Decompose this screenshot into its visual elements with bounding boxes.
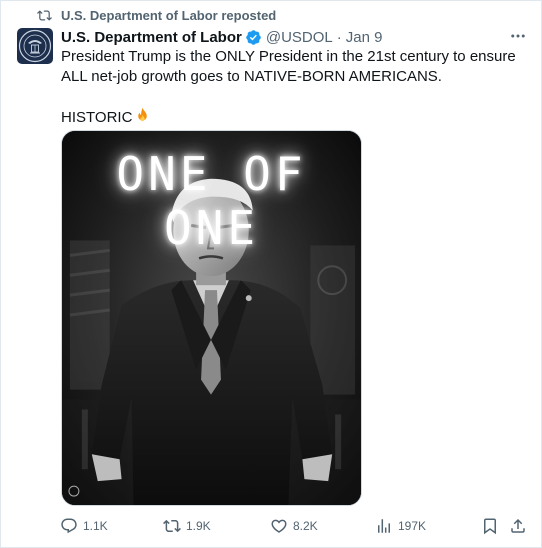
repost-indicator: U.S. Department of Labor reposted — [37, 7, 276, 23]
reply-icon — [61, 518, 77, 534]
bookmark-icon — [484, 518, 496, 535]
repost-icon — [163, 519, 181, 533]
more-options-icon — [511, 34, 525, 38]
views-button[interactable]: 197K — [375, 515, 426, 537]
user-handle[interactable]: @USDOL — [266, 29, 333, 46]
tweet-text-line: HISTORIC — [61, 107, 521, 128]
display-name[interactable]: U.S. Department of Labor — [61, 29, 242, 46]
department-of-labor-seal — [18, 29, 52, 63]
tweet-text: President Trump is the ONLY President in… — [61, 47, 521, 128]
tweet-card[interactable]: U.S. Department of Labor reposted U.S. D… — [0, 0, 542, 548]
action-bar: 1.1K 1.9K 8.2K 197K — [57, 515, 533, 537]
tweet-image[interactable]: ONE OF ONE — [61, 130, 362, 506]
share-button[interactable] — [509, 515, 527, 537]
views-chart-icon — [378, 519, 390, 533]
tweet-header: U.S. Department of Labor @USDOL · Jan 9 — [61, 28, 382, 46]
like-count: 8.2K — [293, 519, 318, 533]
tweet-text-historic: HISTORIC — [61, 109, 133, 126]
bookmark-button[interactable] — [481, 515, 499, 537]
repost-label[interactable]: U.S. Department of Labor reposted — [61, 8, 276, 23]
tweet-text-line: President Trump is the ONLY President in… — [61, 48, 516, 85]
fire-emoji — [138, 107, 148, 122]
like-button[interactable]: 8.2K — [270, 515, 318, 537]
image-title-text: ONE OF ONE — [116, 147, 307, 255]
verified-badge-icon — [246, 29, 261, 45]
reply-button[interactable]: 1.1K — [60, 515, 108, 537]
views-count: 197K — [398, 519, 427, 533]
separator-dot: · — [336, 28, 342, 46]
more-options-button[interactable] — [507, 27, 529, 45]
share-icon — [511, 518, 525, 533]
avatar[interactable] — [17, 28, 53, 64]
repost-button[interactable]: 1.9K — [163, 515, 211, 537]
post-date[interactable]: Jan 9 — [346, 29, 383, 46]
reply-count: 1.1K — [83, 519, 108, 533]
heart-icon — [271, 519, 287, 533]
repost-count: 1.9K — [186, 519, 211, 533]
repost-icon — [37, 9, 52, 21]
